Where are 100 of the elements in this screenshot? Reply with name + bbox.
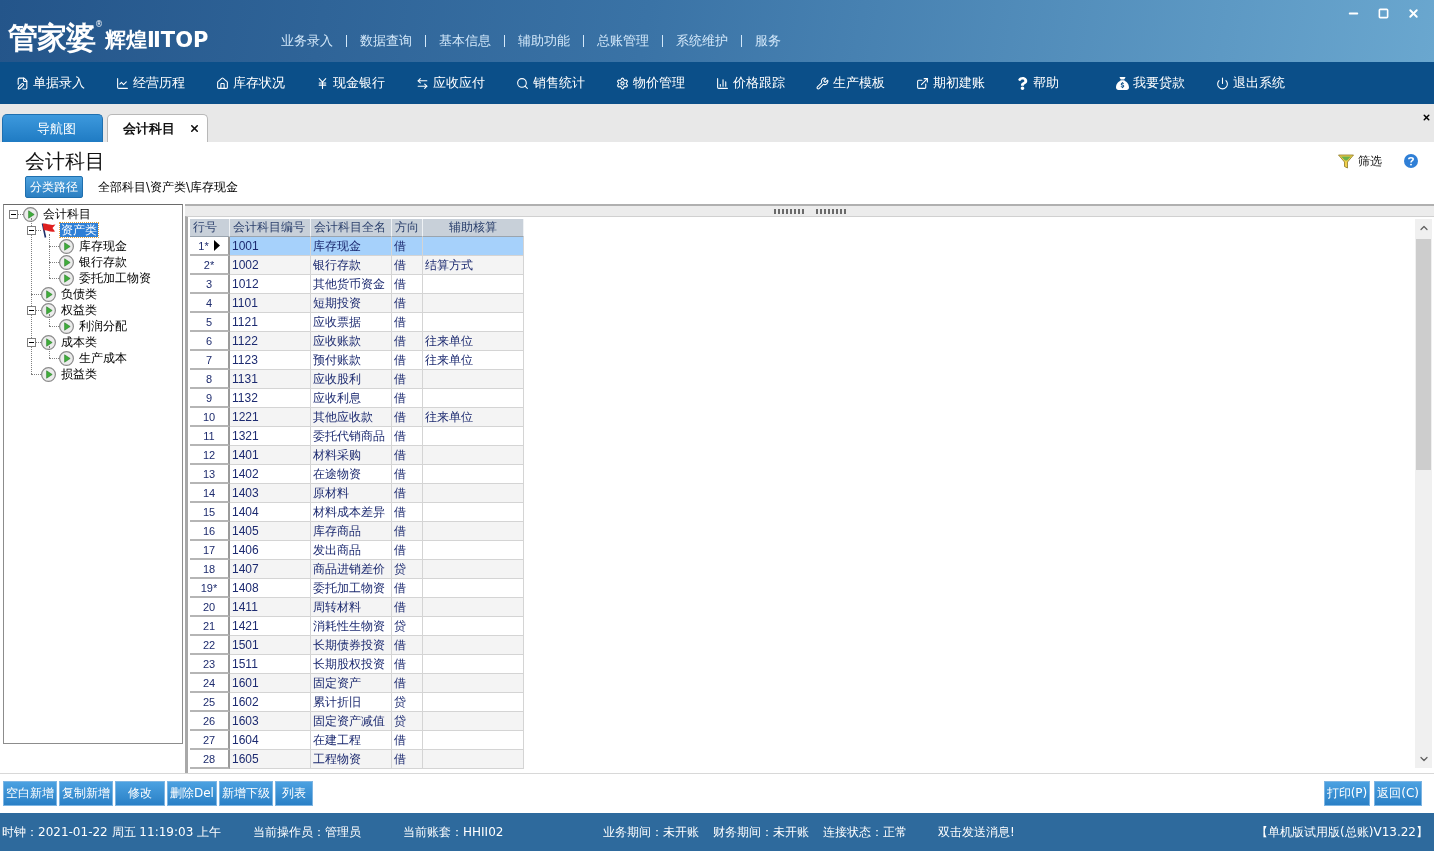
table-row[interactable]: 23 1511 长期股权投资 借	[190, 655, 524, 674]
logo-subtitle: 辉煌ⅡTOP	[105, 28, 209, 52]
external-link-icon	[916, 76, 929, 90]
bar-chart-icon	[716, 76, 729, 90]
row-number: 8	[190, 370, 230, 389]
tree-item[interactable]: 成本类	[60, 335, 98, 349]
table-row[interactable]: 10 1221 其他应收款 借 往来单位	[190, 408, 524, 427]
menu-item[interactable]: 系统维护	[663, 33, 741, 49]
table-row[interactable]: 19* 1408 委托加工物资 借	[190, 579, 524, 598]
menu-item[interactable]: 服务	[742, 33, 794, 49]
filter-button[interactable]: 筛选	[1338, 152, 1382, 170]
toolbar-button[interactable]: 物价管理	[616, 74, 716, 92]
column-header[interactable]: 辅助核算	[423, 219, 524, 237]
table-row[interactable]: 7 1123 预付账款 借 往来单位	[190, 351, 524, 370]
menu-item[interactable]: 业务录入	[268, 33, 346, 49]
table-row[interactable]: 9 1132 应收利息 借	[190, 389, 524, 408]
toolbar-button[interactable]: 退出系统	[1216, 74, 1316, 92]
play-circle-icon	[41, 286, 56, 302]
table-row[interactable]: 28 1605 工程物资 借	[190, 750, 524, 769]
tree-item[interactable]: 委托加工物资	[78, 271, 152, 285]
table-row[interactable]: 5 1121 应收票据 借	[190, 313, 524, 332]
tree-item[interactable]: 权益类	[60, 303, 98, 317]
toolbar-button[interactable]: 期初建账	[916, 74, 1016, 92]
tree-item[interactable]: 会计科目	[42, 207, 92, 221]
tree-item[interactable]: 生产成本	[78, 351, 128, 365]
play-circle-icon	[59, 270, 74, 286]
grip-icon[interactable]	[773, 208, 846, 214]
column-header[interactable]: 会计科目编号	[230, 219, 311, 237]
table-cell: 1605	[230, 750, 311, 769]
tree-item[interactable]: 资产类	[60, 223, 98, 237]
toolbar-button[interactable]: 现金银行	[316, 74, 416, 92]
scrollbar-thumb[interactable]	[1416, 239, 1431, 470]
column-header[interactable]: 方向	[392, 219, 423, 237]
toolbar-button[interactable]: 生产模板	[816, 74, 916, 92]
row-number: 11	[190, 427, 230, 446]
row-number: 9	[190, 389, 230, 408]
table-row[interactable]: 27 1604 在建工程 借	[190, 731, 524, 750]
tree-item[interactable]: 银行存款	[78, 255, 128, 269]
help-icon[interactable]	[1404, 154, 1418, 168]
play-circle-icon	[59, 254, 74, 270]
tree-item[interactable]: 负债类	[60, 287, 98, 301]
menu-item[interactable]: 基本信息	[426, 33, 504, 49]
toolbar-button[interactable]: 应收应付	[416, 74, 516, 92]
play-circle-icon	[59, 238, 74, 254]
play-circle-icon	[59, 350, 74, 366]
toolbar-button[interactable]: 库存状况	[216, 74, 316, 92]
collapse-icon[interactable]	[27, 337, 36, 347]
table-row[interactable]: 2* 1002 银行存款 借 结算方式	[190, 256, 524, 275]
toolbar-button[interactable]: 帮助	[1016, 74, 1116, 92]
toolbar-button[interactable]: 我要贷款	[1116, 74, 1216, 92]
menu-item[interactable]: 总账管理	[584, 33, 662, 49]
tab[interactable]: 会计科目	[107, 114, 208, 142]
table-row[interactable]: 8 1131 应收股利 借	[190, 370, 524, 389]
table-row[interactable]: 21 1421 消耗性生物资 贷	[190, 617, 524, 636]
tab[interactable]: 导航图	[2, 114, 103, 142]
row-number: 6	[190, 332, 230, 351]
breadcrumb-path: 全部科目\资产类\库存现金	[98, 178, 239, 196]
collapse-icon[interactable]	[27, 225, 36, 235]
table-row[interactable]: 25 1602 累计折旧 贷	[190, 693, 524, 712]
tree-item[interactable]: 损益类	[60, 367, 98, 381]
table-row[interactable]: 6 1122 应收账款 借 往来单位	[190, 332, 524, 351]
toolbar-button[interactable]: 销售统计	[516, 74, 616, 92]
table-row[interactable]: 12 1401 材料采购 借	[190, 446, 524, 465]
table-row[interactable]: 22 1501 长期债券投资 借	[190, 636, 524, 655]
status-text: 业务期间：未开账	[603, 823, 700, 841]
column-header[interactable]: 会计科目全名	[311, 219, 392, 237]
table-row[interactable]: 4 1101 短期投资 借	[190, 294, 524, 313]
menu-item[interactable]: 数据查询	[347, 33, 425, 49]
toolbar-button[interactable]: 经营历程	[116, 74, 216, 92]
table-row[interactable]: 18 1407 商品进销差价 贷	[190, 560, 524, 579]
menu-item[interactable]: 辅助功能	[505, 33, 583, 49]
registered-mark: ®	[95, 21, 103, 29]
flag-icon	[41, 222, 56, 238]
table-row[interactable]: 14 1403 原材料 借	[190, 484, 524, 503]
table-row[interactable]: 16 1405 库存商品 借	[190, 522, 524, 541]
scrollbar[interactable]	[1415, 219, 1432, 768]
funnel-icon	[1338, 153, 1354, 169]
toolbar-button[interactable]: 价格跟踪	[716, 74, 816, 92]
close-icon[interactable]	[189, 123, 200, 134]
table-row[interactable]: 11 1321 委托代销商品 借	[190, 427, 524, 446]
table-row[interactable]: 26 1603 固定资产减值 贷	[190, 712, 524, 731]
collapse-icon[interactable]	[9, 209, 18, 219]
table-row[interactable]: 3 1012 其他货币资金 借	[190, 275, 524, 294]
table-row[interactable]: 15 1404 材料成本差异 借	[190, 503, 524, 522]
table-row[interactable]: 1* 1001 库存现金 借	[190, 237, 524, 256]
table-cell: 工程物资	[311, 750, 392, 769]
column-header[interactable]: 行号	[190, 219, 230, 237]
tree-item[interactable]: 利润分配	[78, 319, 128, 333]
row-number: 5	[190, 313, 230, 332]
table-row[interactable]: 24 1601 固定资产 借	[190, 674, 524, 693]
close-icon[interactable]	[1422, 113, 1431, 122]
table-row[interactable]: 13 1402 在途物资 借	[190, 465, 524, 484]
row-number: 10	[190, 408, 230, 427]
maximize-icon[interactable]	[1377, 7, 1389, 19]
gear-icon	[616, 76, 629, 90]
table-row[interactable]: 20 1411 周转材料 借	[190, 598, 524, 617]
table-row[interactable]: 17 1406 发出商品 借	[190, 541, 524, 560]
tree-item[interactable]: 库存现金	[78, 239, 128, 253]
toolbar-button[interactable]: 单据录入	[16, 74, 116, 92]
collapse-icon[interactable]	[27, 305, 36, 315]
